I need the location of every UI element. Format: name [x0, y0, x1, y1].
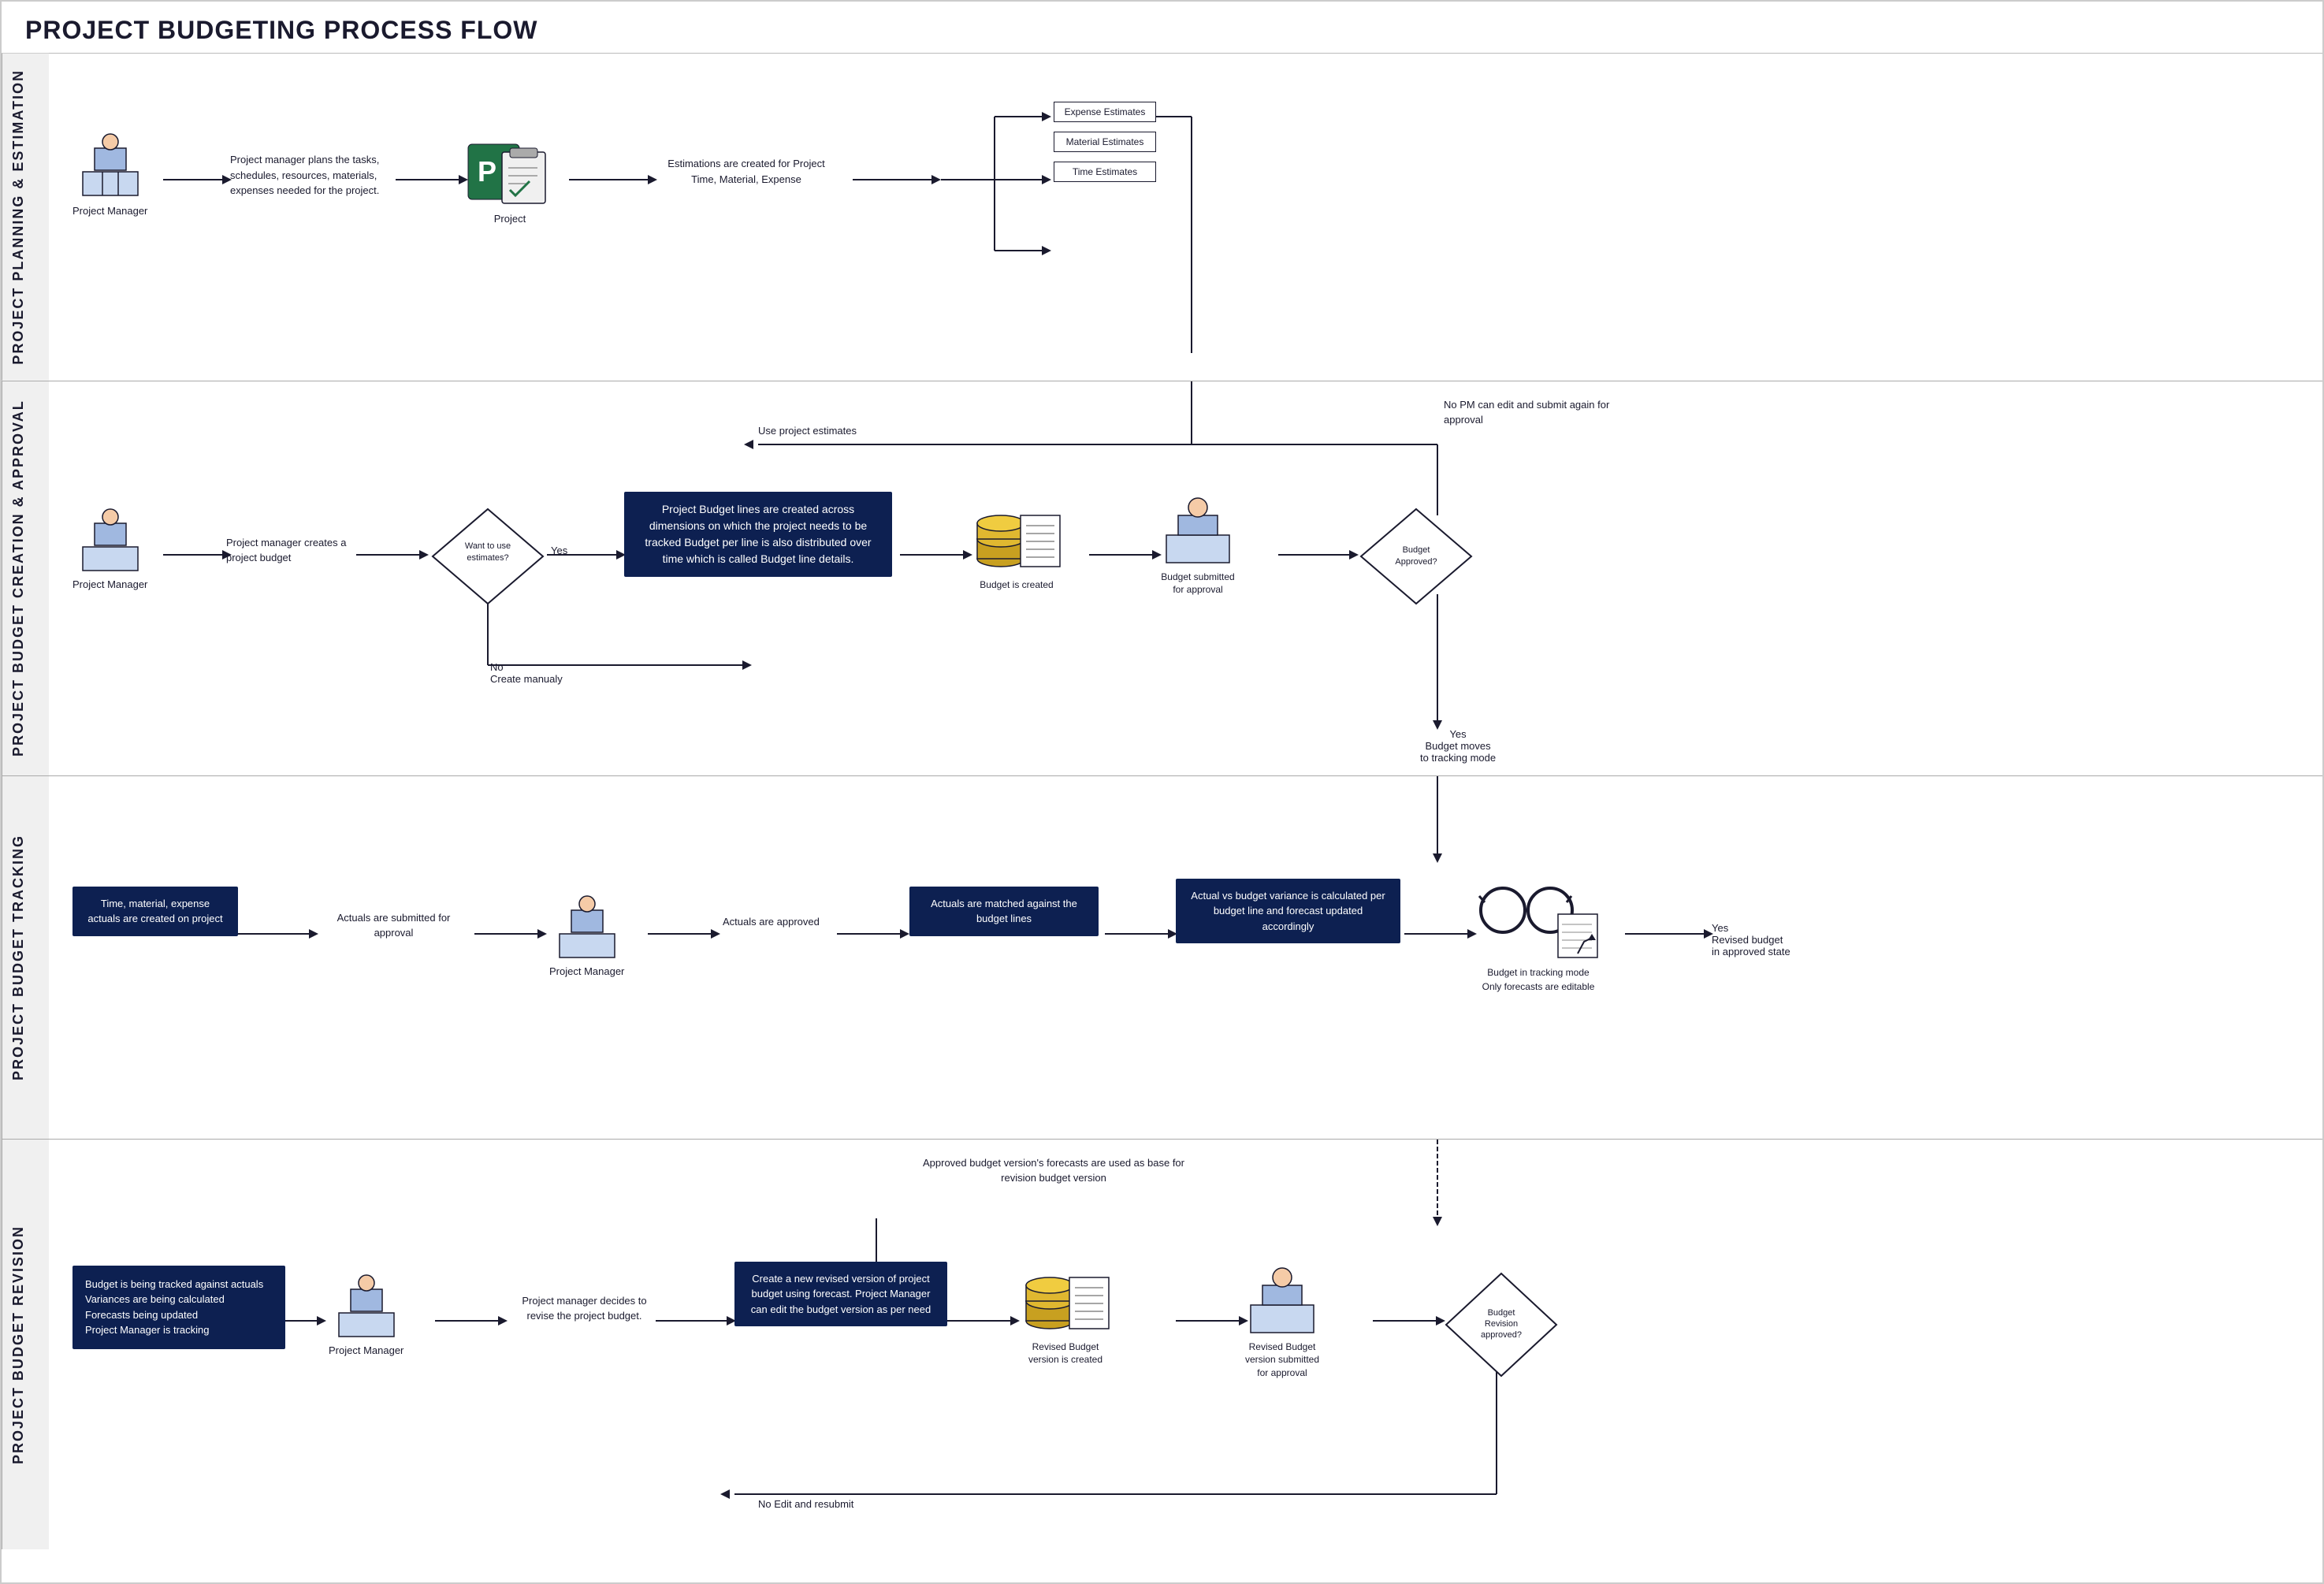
- diamond-revision-wrap: Budget Revision approved?: [1442, 1270, 1560, 1384]
- diamond2-wrap: Budget Approved?: [1357, 505, 1475, 612]
- diamond1: Want to use estimates?: [429, 505, 547, 608]
- flow-container: PROJECT PLANNING & ESTIMATION: [2, 54, 2322, 1549]
- lane-tracking: PROJECT BUDGET TRACKING: [2, 776, 2322, 1140]
- no-create-label: NoCreate manualy: [490, 661, 563, 685]
- actor-pm-lane1: Project Manager: [73, 132, 147, 217]
- tracking-icon-area: Budget in tracking mode Only forecasts a…: [1475, 879, 1601, 994]
- svg-text:Budget: Budget: [1403, 545, 1430, 555]
- yes-moves-label: Yes Budget moves to tracking mode: [1420, 728, 1496, 764]
- actor-pm-lane3: Project Manager: [549, 894, 624, 977]
- lane-revision: PROJECT BUDGET REVISION: [2, 1140, 2322, 1549]
- svg-text:Revision: Revision: [1485, 1319, 1518, 1329]
- no-edit-resubmit-label: No Edit and resubmit: [758, 1498, 853, 1510]
- lane3-step2-text: Actuals are submitted for approval: [321, 910, 467, 941]
- lane2-content: Use project estimates No PM can edit and…: [49, 381, 2322, 775]
- budget-submitted-label: Budget submitted for approval: [1161, 571, 1234, 597]
- dark-box-lane4: Create a new revised version of project …: [734, 1262, 947, 1327]
- actor-pm-lane4: Project Manager: [329, 1274, 403, 1356]
- pm-icon-1: [79, 132, 142, 203]
- project-icon-area: P Project: [467, 140, 553, 225]
- lane-label-3: PROJECT BUDGET TRACKING: [2, 776, 49, 1139]
- lane-creation: PROJECT BUDGET CREATION & APPROVAL: [2, 381, 2322, 776]
- revised-submitted-icon: [1243, 1262, 1322, 1340]
- diamond-revision: Budget Revision approved?: [1442, 1270, 1560, 1380]
- svg-text:Approved?: Approved?: [1395, 557, 1437, 567]
- lane4-box1: Budget is being tracked against actuals …: [73, 1266, 285, 1349]
- pm-icon-4: [335, 1274, 398, 1344]
- no-edit-label: No PM can edit and submit again for appr…: [1444, 397, 1617, 428]
- page-title: PROJECT BUDGETING PROCESS FLOW: [2, 2, 2322, 54]
- lane4-content: Approved budget version's forecasts are …: [49, 1140, 2322, 1549]
- svg-text:approved?: approved?: [1481, 1330, 1522, 1340]
- tracking-icon: [1475, 879, 1601, 965]
- lane-label-1: PROJECT PLANNING & ESTIMATION: [2, 54, 49, 381]
- actor-label-2: Project Manager: [73, 578, 147, 590]
- use-estimates-label: Use project estimates: [758, 425, 857, 437]
- svg-text:estimates?: estimates?: [467, 553, 508, 563]
- lane3-svg: [49, 776, 2303, 1139]
- material-estimate-box: Material Estimates: [1054, 132, 1156, 152]
- expense-estimate-box: Expense Estimates: [1054, 102, 1156, 122]
- page-container: PROJECT BUDGETING PROCESS FLOW PROJECT P…: [0, 0, 2324, 1584]
- svg-text:Want to use: Want to use: [465, 541, 511, 551]
- lane1-content: Project Manager Project manager plans th…: [49, 54, 2322, 361]
- revised-created-label: Revised Budget version is created: [1018, 1340, 1113, 1367]
- lane-planning: PROJECT PLANNING & ESTIMATION: [2, 54, 2322, 381]
- revised-submitted-area: Revised Budget version submitted for app…: [1243, 1262, 1322, 1380]
- budget-created-area: Budget is created: [969, 500, 1064, 592]
- budget-created-icon: [969, 500, 1064, 578]
- project-label: Project: [494, 213, 526, 225]
- actor-label-3: Project Manager: [549, 965, 624, 977]
- lane-label-2: PROJECT BUDGET CREATION & APPROVAL: [2, 381, 49, 775]
- dark-box-lane3-1: Actuals are matched against the budget l…: [909, 887, 1099, 936]
- budget-submitted-icon: [1158, 492, 1237, 571]
- actor-label-1: Project Manager: [73, 205, 147, 217]
- budget-submitted-area: Budget submitted for approval: [1158, 492, 1237, 597]
- lane4-step2-text: Project manager decides to revise the pr…: [511, 1293, 657, 1324]
- lane1-svg: [49, 54, 2303, 361]
- svg-text:P: P: [478, 155, 496, 188]
- yes-revised-label: Yes Revised budget in approved state: [1712, 922, 1790, 957]
- svg-text:Budget: Budget: [1488, 1308, 1515, 1318]
- revised-created-icon: [1018, 1262, 1113, 1340]
- lane3-box1: Time, material, expense actuals are crea…: [73, 887, 238, 936]
- lane1-step1-text: Project manager plans the tasks, schedul…: [230, 152, 403, 199]
- yes-label-2: Yes: [551, 545, 567, 556]
- diamond1-wrap: Want to use estimates?: [429, 505, 547, 612]
- lane3-step3-text: Actuals are approved: [723, 914, 820, 930]
- pm-icon-2: [79, 508, 142, 578]
- estimate-boxes: Expense Estimates Material Estimates Tim…: [1054, 99, 1156, 184]
- actor-label-4: Project Manager: [329, 1344, 403, 1356]
- actor-pm-lane2: Project Manager: [73, 508, 147, 590]
- revised-created-area: Revised Budget version is created: [1018, 1262, 1113, 1367]
- forecast-label: Approved budget version's forecasts are …: [916, 1155, 1192, 1186]
- dark-box-lane3-2: Actual vs budget variance is calculated …: [1176, 879, 1400, 944]
- lane1-estimation-text: Estimations are created for Project Time…: [656, 156, 837, 187]
- tracking-label: Budget in tracking mode Only forecasts a…: [1482, 965, 1595, 994]
- dark-box-lane2: Project Budget lines are created across …: [624, 492, 892, 577]
- diamond2: Budget Approved?: [1357, 505, 1475, 608]
- lane2-step1-text: Project manager creates a project budget: [226, 535, 352, 566]
- pm-icon-3: [556, 894, 619, 965]
- lane3-content: Time, material, expense actuals are crea…: [49, 776, 2322, 1139]
- project-icon: P: [467, 140, 553, 211]
- budget-created-label: Budget is created: [980, 578, 1053, 592]
- revised-submitted-label: Revised Budget version submitted for app…: [1245, 1340, 1319, 1380]
- lane-label-4: PROJECT BUDGET REVISION: [2, 1140, 49, 1549]
- time-estimate-box: Time Estimates: [1054, 162, 1156, 182]
